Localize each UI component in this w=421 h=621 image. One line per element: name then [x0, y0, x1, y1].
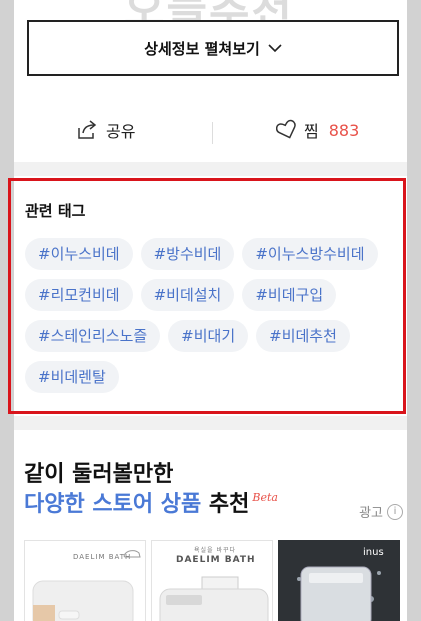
recommend-section: 같이 둘러볼만한 다양한 스토어 상품 추천 Beta 광고 i DAELIM B…	[14, 430, 407, 621]
tag-chip[interactable]: #비데설치	[140, 279, 235, 311]
tag-chip[interactable]: #비데구입	[242, 279, 337, 311]
tag-chip[interactable]: #스테인리스노즐	[25, 320, 161, 352]
section-divider	[14, 416, 407, 430]
bidet-image	[159, 576, 269, 621]
content-column: 오늘추천 상세정보 펼쳐보기 공유 찜 883 관련 태그 #이누스비데 #방수…	[14, 0, 407, 621]
action-divider	[212, 122, 213, 144]
product-card[interactable]: DAELIM BATH	[24, 540, 146, 621]
tag-list: #이누스비데 #방수비데 #이누스방수비데 #리모컨비데 #비데설치 #비데구입…	[25, 238, 395, 402]
ad-label-text: 광고	[359, 506, 383, 521]
heart-icon	[276, 119, 296, 139]
product-card[interactable]: 욕실을 바꾸다 DAELIM BATH	[151, 540, 273, 621]
tag-chip[interactable]: #이누스방수비데	[242, 238, 378, 270]
brand-logo-text: inus	[363, 547, 384, 558]
share-label: 공유	[106, 122, 136, 141]
left-gutter	[0, 0, 14, 621]
ad-label[interactable]: 광고 i	[359, 502, 403, 521]
recommend-heading-line1: 같이 둘러볼만한	[24, 462, 174, 487]
info-icon: i	[387, 503, 403, 520]
bidet-image	[32, 580, 134, 621]
related-tags-title: 관련 태그	[25, 202, 86, 220]
beta-badge: Beta	[252, 491, 278, 504]
brand-logo-text: DAELIM BATH	[176, 555, 256, 565]
tag-chip[interactable]: #이누스비데	[25, 238, 133, 270]
share-icon	[78, 120, 97, 139]
tag-chip[interactable]: #비데추천	[256, 320, 350, 352]
tag-chip[interactable]: #비대기	[168, 320, 249, 352]
action-row: 공유 찜 883	[14, 104, 407, 160]
expand-details-button[interactable]: 상세정보 펼쳐보기	[27, 20, 399, 76]
like-button[interactable]: 찜 883	[276, 118, 359, 142]
product-cards: DAELIM BATH 욕실을 바꾸다 DAELIM BATH inus	[24, 540, 405, 621]
recommend-heading-accent: 다양한 스토어 상품	[24, 492, 202, 517]
like-count: 883	[328, 120, 360, 140]
tag-chip[interactable]: #비데렌탈	[25, 361, 119, 393]
bidet-image	[297, 566, 381, 621]
tag-chip[interactable]: #리모컨비데	[25, 279, 133, 311]
section-divider	[14, 162, 407, 176]
brand-tagline: 욕실을 바꾸다	[194, 547, 237, 554]
recommend-heading-line2: 다양한 스토어 상품 추천 Beta	[24, 486, 278, 518]
chevron-down-icon	[268, 41, 282, 55]
bear-logo-icon	[123, 550, 141, 558]
right-gutter	[407, 0, 421, 621]
product-card[interactable]: inus	[278, 540, 400, 621]
recommend-heading-rest: 추천	[208, 492, 250, 517]
tag-chip[interactable]: #방수비데	[140, 238, 235, 270]
share-button[interactable]: 공유	[76, 118, 135, 142]
related-tags-section: 관련 태그 #이누스비데 #방수비데 #이누스방수비데 #리모컨비데 #비데설치…	[14, 176, 407, 416]
expand-details-label: 상세정보 펼쳐보기	[144, 39, 260, 58]
like-label: 찜	[304, 122, 319, 141]
